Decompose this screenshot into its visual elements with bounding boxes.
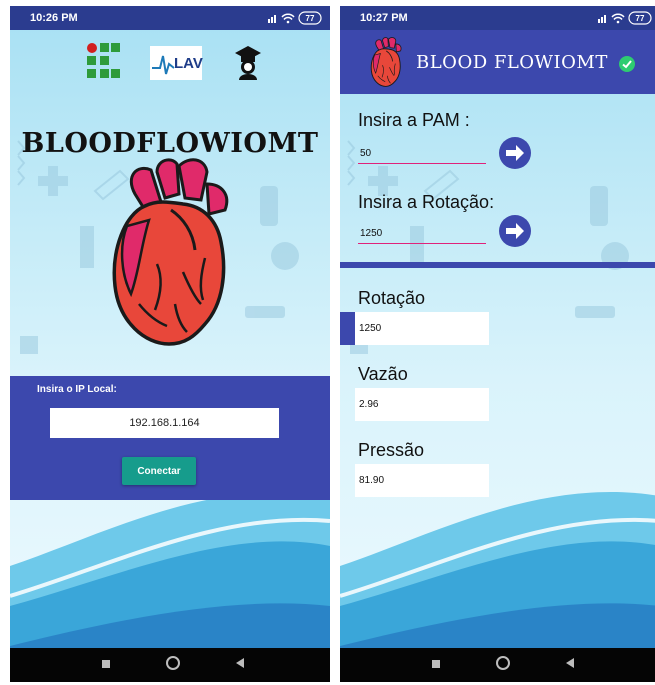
back-icon[interactable] xyxy=(566,658,574,668)
home-icon[interactable] xyxy=(496,656,510,670)
heart-app-icon xyxy=(370,37,402,87)
rotacao-input[interactable] xyxy=(358,224,486,244)
lav-logo: LAV xyxy=(150,46,203,80)
send-pam-button[interactable] xyxy=(498,136,532,170)
vazao-value: 2.96 xyxy=(355,388,489,421)
pam-label: Insira a PAM : xyxy=(358,110,470,130)
nav-bar xyxy=(340,648,655,682)
rotacao-input-label: Insira a Rotação: xyxy=(358,192,495,212)
rotacao-label: Rotação xyxy=(358,288,426,308)
pressao-label: Pressão xyxy=(358,440,425,460)
monitor-screen: 10:27 PM 77 BLOOD FLOWIOMT Insira a PAM … xyxy=(340,6,655,682)
heart-logo xyxy=(112,158,229,346)
status-bar: 10:27 PM 77 xyxy=(340,6,655,30)
signal-wifi-battery-icon: 77 xyxy=(268,11,322,25)
battery-level: 77 xyxy=(306,14,315,23)
institute-logo xyxy=(87,43,120,78)
home-icon[interactable] xyxy=(166,656,180,670)
status-time: 10:27 PM xyxy=(360,12,408,24)
back-icon[interactable] xyxy=(236,658,244,668)
pam-input[interactable] xyxy=(358,144,486,164)
nav-bar xyxy=(10,648,330,682)
check-circle-icon xyxy=(619,56,635,72)
pressao-value: 81.90 xyxy=(355,464,489,497)
login-screen: 10:26 PM 77 LAV BLOODFLOWIOMT Insira o I… xyxy=(10,6,330,682)
recents-icon[interactable] xyxy=(102,660,110,668)
app-bar: BLOOD FLOWIOMT xyxy=(340,30,655,94)
ip-input[interactable] xyxy=(50,408,279,438)
signal-wifi-battery-icon: 77 xyxy=(598,11,652,25)
ip-label: Insira o IP Local: xyxy=(37,384,117,395)
battery-level: 77 xyxy=(636,14,645,23)
status-time: 10:26 PM xyxy=(30,12,78,24)
recents-icon[interactable] xyxy=(432,660,440,668)
send-rotacao-button[interactable] xyxy=(498,214,532,248)
graduate-logo xyxy=(235,46,261,80)
rotacao-value: 1250 xyxy=(355,312,489,345)
app-title: BLOOD FLOWIOMT xyxy=(416,52,608,73)
reading-accent xyxy=(340,312,355,345)
lav-logo-text: LAV xyxy=(174,55,203,72)
section-divider xyxy=(340,262,655,268)
vazao-label: Vazão xyxy=(358,364,408,384)
status-bar: 10:26 PM 77 xyxy=(10,6,330,30)
connect-button[interactable]: Conectar xyxy=(122,457,196,485)
